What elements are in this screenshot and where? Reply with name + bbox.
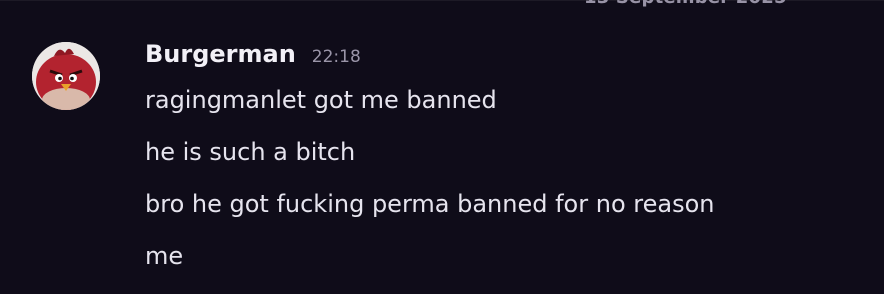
timestamp[interactable]: 22:18 [312, 47, 361, 67]
message-header: Burgerman 22:18 [145, 40, 361, 68]
username[interactable]: Burgerman [145, 40, 296, 68]
avatar[interactable] [32, 42, 100, 110]
date-divider: 13 September 2025 [0, 0, 884, 12]
message-text: ragingmanlet got me banned [145, 86, 497, 114]
date-divider-text: 13 September 2025 [584, 0, 787, 8]
angry-red-bird-icon [32, 42, 100, 110]
message-text: me [145, 242, 184, 270]
message-text: he is such a bitch [145, 138, 356, 166]
message-text: bro he got fucking perma banned for no r… [145, 190, 715, 218]
